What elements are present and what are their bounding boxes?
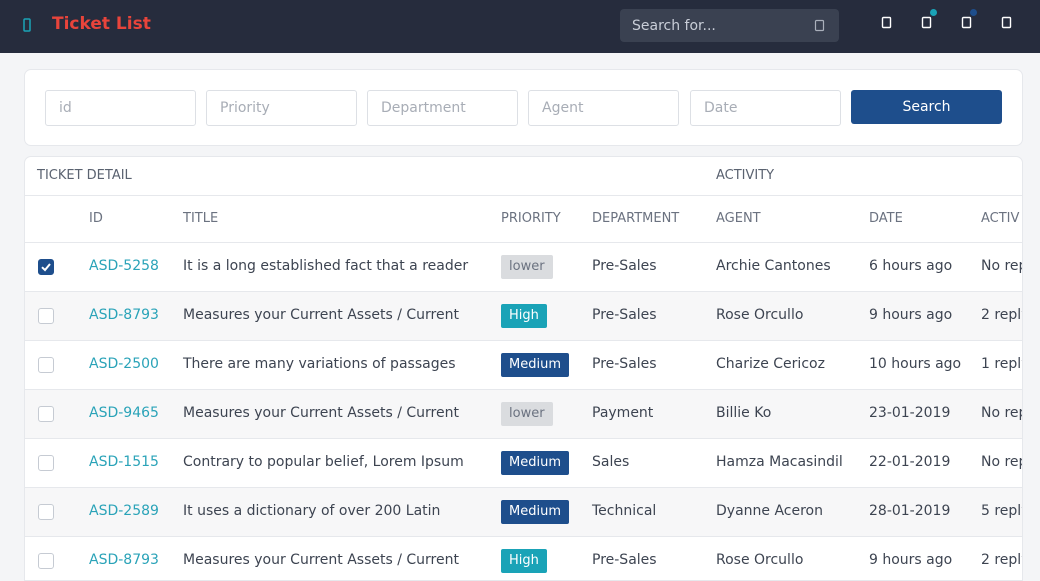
column-department[interactable]: DEPARTMENT: [592, 211, 679, 226]
user-icon[interactable]: [1001, 16, 1013, 30]
ticket-title: It is a long established fact that a rea…: [183, 258, 469, 274]
ticket-id-link[interactable]: ASD-9465: [89, 405, 159, 421]
ticket-id-link[interactable]: ASD-8793: [89, 307, 159, 323]
global-search: [620, 9, 839, 42]
ticket-department: Payment: [592, 405, 654, 421]
message-icon[interactable]: [881, 16, 893, 30]
table-row[interactable]: ASD-2589 It uses a dictionary of over 20…: [25, 488, 1022, 537]
ticket-department: Pre-Sales: [592, 552, 657, 568]
row-checkbox[interactable]: [38, 455, 54, 471]
notification-dot: [930, 9, 937, 16]
priority-badge: lower: [501, 255, 553, 279]
row-checkbox[interactable]: [38, 553, 54, 569]
priority-filter-input[interactable]: [206, 90, 357, 126]
ticket-id-link[interactable]: ASD-2589: [89, 503, 159, 519]
ticket-title: Measures your Current Assets / Current: [183, 405, 459, 421]
priority-badge: lower: [501, 402, 553, 426]
ticket-department: Technical: [592, 503, 657, 519]
column-activity[interactable]: ACTIV: [981, 211, 1019, 226]
ticket-department: Pre-Sales: [592, 356, 657, 372]
page-title: Ticket List: [52, 14, 151, 34]
check-icon: [41, 263, 51, 272]
ticket-activity: 2 reply: [981, 307, 1022, 323]
ticket-activity: 2 reply: [981, 552, 1022, 568]
ticket-activity: 5 reply: [981, 503, 1022, 519]
ticket-department: Pre-Sales: [592, 258, 657, 274]
agent-filter-input[interactable]: [528, 90, 679, 126]
ticket-date: 28-01-2019: [869, 503, 951, 519]
table-row[interactable]: ASD-1515 Contrary to popular belief, Lor…: [25, 439, 1023, 488]
message-dot: [970, 9, 977, 16]
priority-badge: Medium: [501, 500, 569, 524]
column-id[interactable]: ID: [89, 211, 103, 226]
row-checkbox[interactable]: [38, 406, 54, 422]
table-row[interactable]: ASD-8793 Measures your Current Assets / …: [25, 292, 1022, 341]
column-agent[interactable]: AGENT: [716, 211, 761, 226]
ticket-title: Contrary to popular belief, Lorem Ipsum: [183, 454, 464, 470]
ticket-activity: 1 reply: [981, 356, 1022, 372]
row-checkbox[interactable]: [38, 308, 54, 324]
search-input[interactable]: [620, 9, 810, 42]
table-row[interactable]: ASD-8793 Measures your Current Assets / …: [25, 537, 1022, 580]
priority-badge: Medium: [501, 353, 569, 377]
ticket-date: 23-01-2019: [869, 405, 951, 421]
row-checkbox[interactable]: [38, 504, 54, 520]
column-priority[interactable]: PRIORITY: [501, 211, 561, 226]
ticket-date: 22-01-2019: [869, 454, 951, 470]
ticket-date: 10 hours ago: [869, 356, 962, 372]
department-filter-input[interactable]: [367, 90, 518, 126]
ticket-department: Sales: [592, 454, 630, 470]
priority-badge: Medium: [501, 451, 569, 475]
row-checkbox[interactable]: [38, 259, 54, 275]
ticket-id-link[interactable]: ASD-2500: [89, 356, 159, 372]
ticket-agent: Archie Cantones: [716, 258, 831, 274]
ticket-agent: Rose Orcullo: [716, 552, 804, 568]
priority-badge: High: [501, 549, 547, 573]
ticket-agent: Hamza Macasindil: [716, 454, 843, 470]
group-ticket-detail: TICKET DETAIL: [37, 168, 132, 183]
ticket-date: 6 hours ago: [869, 258, 953, 274]
table-row[interactable]: ASD-5258 It is a long established fact t…: [25, 243, 1023, 292]
ticket-id-link[interactable]: ASD-5258: [89, 258, 159, 274]
ticket-agent: Dyanne Aceron: [716, 503, 823, 519]
ticket-title: Measures your Current Assets / Current: [183, 552, 459, 568]
ticket-title: It uses a dictionary of over 200 Latin: [183, 503, 441, 519]
ticket-title: Measures your Current Assets / Current: [183, 307, 459, 323]
menu-icon[interactable]: [22, 17, 38, 33]
ticket-title: There are many variations of passages: [183, 356, 456, 372]
ticket-agent: Charize Cericoz: [716, 356, 825, 372]
table-row[interactable]: ASD-9465 Measures your Current Assets / …: [25, 390, 1023, 439]
ticket-date: 9 hours ago: [869, 552, 953, 568]
group-activity: ACTIVITY: [716, 168, 775, 183]
ticket-date: 9 hours ago: [869, 307, 953, 323]
table-column-header: ID TITLE PRIORITY DEPARTMENT AGENT DATE …: [25, 196, 1022, 243]
ticket-id-link[interactable]: ASD-8793: [89, 552, 159, 568]
date-filter-input[interactable]: [690, 90, 841, 126]
row-checkbox[interactable]: [38, 357, 54, 373]
ticket-activity: No rep: [981, 454, 1023, 470]
search-button[interactable]: Search: [851, 90, 1002, 124]
ticket-activity: No rep: [981, 258, 1023, 274]
table-group-header: TICKET DETAIL ACTIVITY: [25, 157, 1022, 196]
ticket-activity: No rep: [981, 405, 1023, 421]
ticket-id-link[interactable]: ASD-1515: [89, 454, 159, 470]
column-date[interactable]: DATE: [869, 211, 903, 226]
priority-badge: High: [501, 304, 547, 328]
column-title[interactable]: TITLE: [183, 211, 218, 226]
bell-icon[interactable]: [921, 16, 933, 30]
ticket-agent: Rose Orcullo: [716, 307, 804, 323]
envelope-icon[interactable]: [961, 16, 973, 30]
ticket-department: Pre-Sales: [592, 307, 657, 323]
id-filter-input[interactable]: [45, 90, 196, 126]
search-icon[interactable]: [814, 19, 826, 32]
top-navbar: Ticket List: [0, 0, 1040, 53]
filter-panel: Search: [24, 69, 1023, 146]
ticket-agent: Billie Ko: [716, 405, 772, 421]
table-row[interactable]: ASD-2500 There are many variations of pa…: [25, 341, 1022, 390]
ticket-table: TICKET DETAIL ACTIVITY ID TITLE PRIORITY…: [24, 156, 1023, 581]
